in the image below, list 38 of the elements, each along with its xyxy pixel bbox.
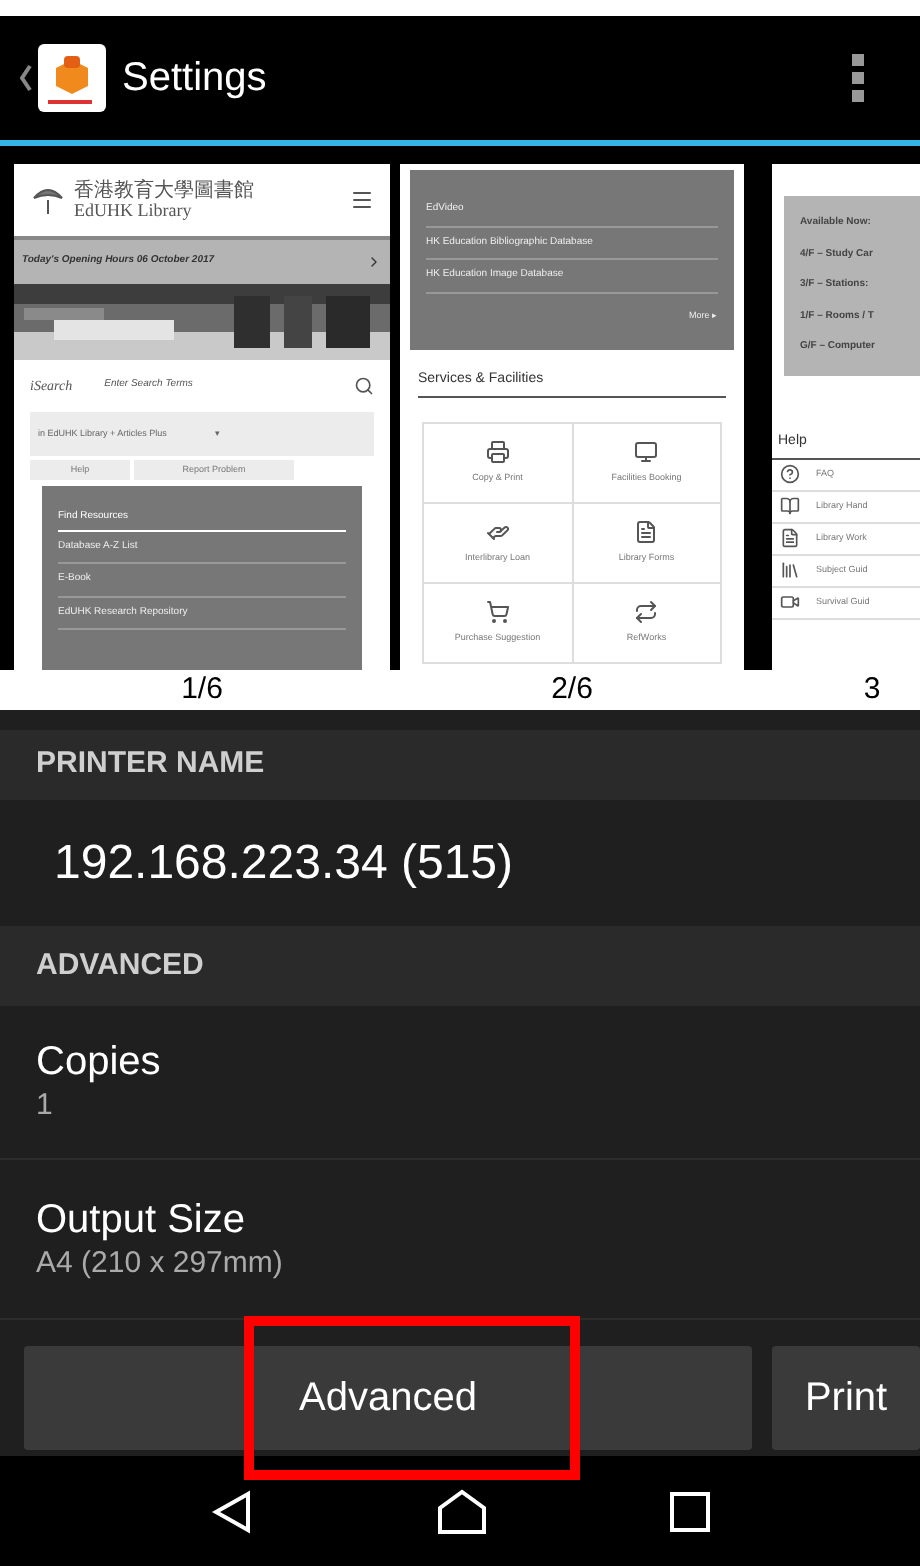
home-icon[interactable] [435, 1487, 488, 1535]
video-icon [780, 592, 800, 612]
books-icon [780, 560, 800, 580]
logo-text: EdUHK Library [74, 201, 194, 219]
arrows-icon [634, 599, 659, 624]
print-button[interactable]: Print [772, 1346, 920, 1450]
setting-value: A4 (210 x 297mm) [36, 1245, 285, 1283]
setting-label: Output Size [36, 1195, 248, 1246]
tree-icon [30, 186, 66, 214]
logo-chinese-text: 香港教育大學圖書館 [74, 181, 254, 201]
setting-value: 1 [36, 1088, 55, 1126]
question-icon [780, 464, 800, 484]
section-header: PRINTER NAME [0, 730, 920, 800]
printer-name-field[interactable]: 192.168.223.34 (515) [54, 827, 514, 899]
app-icon[interactable] [38, 44, 106, 112]
screen-title: Settings [122, 54, 267, 104]
setting-label: Copies [36, 1038, 163, 1089]
overflow-menu-icon[interactable] [852, 54, 864, 102]
book-icon [780, 496, 800, 516]
page-number: 3 [863, 670, 881, 710]
monitor-icon [634, 439, 659, 464]
menu-icon[interactable] [350, 188, 374, 212]
advanced-button[interactable]: Advanced [24, 1346, 752, 1450]
section-header: ADVANCED [0, 926, 920, 1006]
setting-item[interactable]: Copies 1 [0, 1006, 920, 1160]
document-icon [634, 519, 659, 544]
setting-item[interactable]: Output Size A4 (210 x 297mm) [0, 1160, 920, 1320]
cart-icon [485, 599, 510, 624]
back-icon[interactable] [210, 1489, 255, 1533]
search-icon[interactable] [354, 376, 374, 396]
printer-icon [485, 439, 510, 464]
back-icon[interactable] [20, 64, 32, 92]
page-number: 1/6 [181, 670, 223, 710]
chevron-icon[interactable] [366, 254, 382, 270]
page-preview[interactable] [14, 164, 390, 670]
document-icon [780, 528, 800, 548]
recent-apps-icon[interactable] [669, 1491, 710, 1531]
page-number: 2/6 [551, 670, 593, 710]
